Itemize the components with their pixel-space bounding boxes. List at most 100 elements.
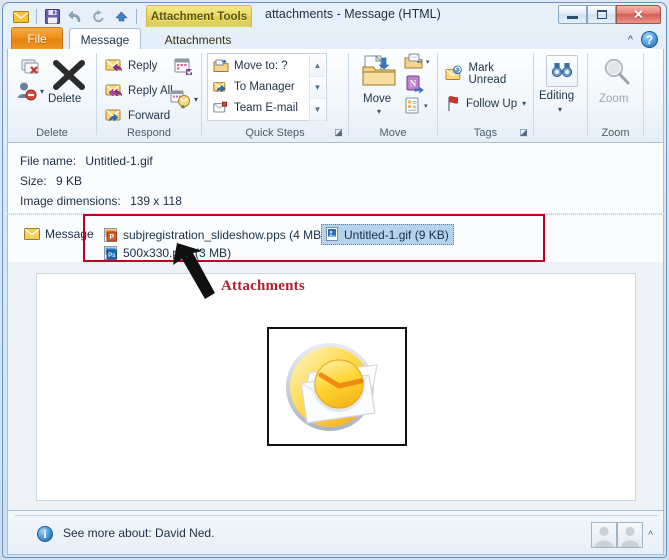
- reply-button[interactable]: Reply: [102, 55, 160, 76]
- image-dimensions-value: 139 x 118: [130, 194, 182, 208]
- size-label: Size:: [20, 174, 47, 188]
- group-label-respond: Respond: [126, 127, 172, 139]
- quick-step-to-manager[interactable]: To Manager: [210, 76, 324, 97]
- info-row-size: Size: 9 KB: [20, 171, 663, 191]
- redo-icon[interactable]: [88, 7, 108, 27]
- quick-access-toolbar: [11, 6, 162, 27]
- people-pane-avatar-2[interactable]: [617, 522, 643, 548]
- follow-up-dropdown-icon[interactable]: ▾: [522, 99, 526, 108]
- meeting-button[interactable]: [173, 57, 195, 77]
- window-frame: Attachment Tools attachments - Message (…: [2, 2, 667, 558]
- move-button-label[interactable]: Move: [363, 93, 391, 105]
- collapse-ribbon-icon[interactable]: ^: [628, 34, 633, 46]
- info-row-file-name: File name: Untitled-1.gif: [20, 151, 663, 171]
- forward-button-label: Forward: [128, 109, 171, 122]
- delete-button-label[interactable]: Delete: [48, 93, 81, 105]
- qat-separator-1: [36, 9, 37, 24]
- quick-steps-scroll-down-icon[interactable]: ▼: [310, 77, 325, 99]
- quick-steps-scrollbar[interactable]: ▲ ▼ ▼: [309, 55, 325, 121]
- ribbon-group-move: Move ▾ ▾ N ▾ Move: [349, 49, 437, 141]
- avatar: [595, 526, 613, 547]
- ribbon-group-delete: ▾ Delete Delete: [8, 49, 96, 141]
- move-dropdown-icon[interactable]: ▾: [377, 107, 381, 116]
- actions-dropdown-icon[interactable]: ▾: [424, 102, 428, 110]
- help-icon[interactable]: ?: [641, 31, 658, 48]
- people-pane-expand-icon[interactable]: ^: [648, 530, 653, 541]
- people-pane-avatar-1[interactable]: [591, 522, 617, 548]
- forward-button[interactable]: Forward: [102, 105, 173, 126]
- window-controls: ✕: [558, 5, 661, 24]
- reply-all-button-label: Reply All: [128, 84, 173, 97]
- image-dimensions-label: Image dimensions:: [20, 194, 121, 208]
- message-tab-chip-label: Message: [45, 227, 94, 241]
- tab-attachments[interactable]: Attachments: [148, 29, 248, 51]
- ribbon-right-controls: ^ ?: [628, 31, 658, 48]
- quick-steps-gallery: Move to: ? To Manager Team E-mail ▲ ▼ ▼: [207, 53, 327, 121]
- ribbon-group-respond: Reply Reply All Forward ▾ Respond: [97, 49, 201, 141]
- rules-dropdown-icon[interactable]: ▾: [426, 58, 430, 66]
- quick-step-to-manager-label: To Manager: [234, 80, 295, 93]
- minimize-button[interactable]: [558, 5, 587, 24]
- message-tab-chip[interactable]: Message: [24, 227, 94, 241]
- file-name-label: File name:: [20, 154, 77, 168]
- delete-icon[interactable]: [50, 59, 88, 91]
- move-icon[interactable]: [361, 55, 397, 89]
- reply-button-label: Reply: [128, 59, 158, 72]
- zoom-icon[interactable]: [602, 57, 632, 87]
- status-text: See more about: David Ned.: [63, 526, 215, 540]
- attachment-untitled-1-gif[interactable]: Untitled-1.gif (9 KB): [321, 224, 454, 245]
- quick-step-move-to[interactable]: Move to: ?: [210, 55, 324, 76]
- undo-icon[interactable]: [65, 7, 85, 27]
- status-divider: [15, 515, 658, 516]
- quick-step-move-to-label: Move to: ?: [234, 59, 288, 72]
- ignore-button[interactable]: [20, 57, 42, 77]
- editing-dropdown-icon[interactable]: ▾: [558, 105, 562, 114]
- save-icon[interactable]: [42, 7, 62, 27]
- close-icon: ✕: [633, 6, 644, 22]
- editing-icon[interactable]: [546, 55, 578, 87]
- message-envelope-icon: [24, 228, 40, 240]
- ribbon: ▾ Delete Delete Reply Reply All Forward …: [7, 49, 664, 143]
- attachment-bar: Message P subjregistration_slideshow.pps…: [7, 214, 664, 262]
- mark-unread-button[interactable]: Mark Unread: [442, 61, 533, 86]
- attachment-label: Untitled-1.gif (9 KB): [344, 227, 449, 242]
- outlook-envelope-icon[interactable]: [11, 7, 31, 27]
- restore-button[interactable]: [587, 5, 616, 24]
- more-respond-button[interactable]: ▾: [170, 89, 198, 109]
- ribbon-group-zoom: Zoom Zoom: [588, 49, 643, 141]
- previous-item-icon[interactable]: [111, 7, 131, 27]
- group-separator-7: [643, 53, 644, 135]
- quick-steps-scroll-up-icon[interactable]: ▲: [310, 55, 325, 77]
- ribbon-tab-strip: File Message Attachments: [3, 27, 666, 52]
- zoom-button-label[interactable]: Zoom: [599, 93, 628, 105]
- ribbon-group-quick-steps: Move to: ? To Manager Team E-mail ▲ ▼ ▼ …: [202, 49, 348, 141]
- svg-text:Ps: Ps: [108, 253, 116, 259]
- follow-up-label: Follow Up: [466, 97, 518, 110]
- quick-steps-dialog-launcher[interactable]: ◪: [333, 127, 344, 138]
- reply-all-button[interactable]: Reply All: [102, 80, 176, 101]
- quick-steps-more-icon[interactable]: ▼: [310, 99, 325, 121]
- close-button[interactable]: ✕: [616, 5, 661, 24]
- size-value: 9 KB: [56, 174, 83, 188]
- avatar: [621, 526, 639, 547]
- tab-file[interactable]: File: [11, 27, 63, 51]
- rules-button[interactable]: ▾: [404, 53, 430, 70]
- group-label-move: Move: [379, 127, 407, 139]
- outlook-message-window: Attachment Tools attachments - Message (…: [0, 0, 669, 560]
- contextual-tab-header-attachment-tools: Attachment Tools: [146, 5, 252, 27]
- powerpoint-show-icon: P: [104, 228, 117, 242]
- follow-up-button[interactable]: Follow Up ▾: [442, 93, 529, 114]
- window-title: attachments - Message (HTML): [265, 7, 441, 21]
- quick-step-team-email-label: Team E-mail: [234, 101, 298, 114]
- quick-step-team-email[interactable]: Team E-mail: [210, 97, 324, 118]
- tags-dialog-launcher[interactable]: ◪: [518, 127, 529, 138]
- actions-button[interactable]: ▾: [404, 97, 428, 114]
- photoshop-icon: Ps: [104, 246, 117, 260]
- junk-dropdown-icon[interactable]: ▾: [40, 87, 44, 96]
- onenote-button[interactable]: N: [406, 75, 424, 93]
- editing-button-label[interactable]: Editing: [539, 90, 574, 102]
- gif-image-icon: [326, 227, 338, 241]
- junk-button[interactable]: ▾: [16, 81, 44, 101]
- mark-unread-label: Mark Unread: [468, 61, 507, 86]
- more-respond-dropdown-icon[interactable]: ▾: [194, 95, 198, 104]
